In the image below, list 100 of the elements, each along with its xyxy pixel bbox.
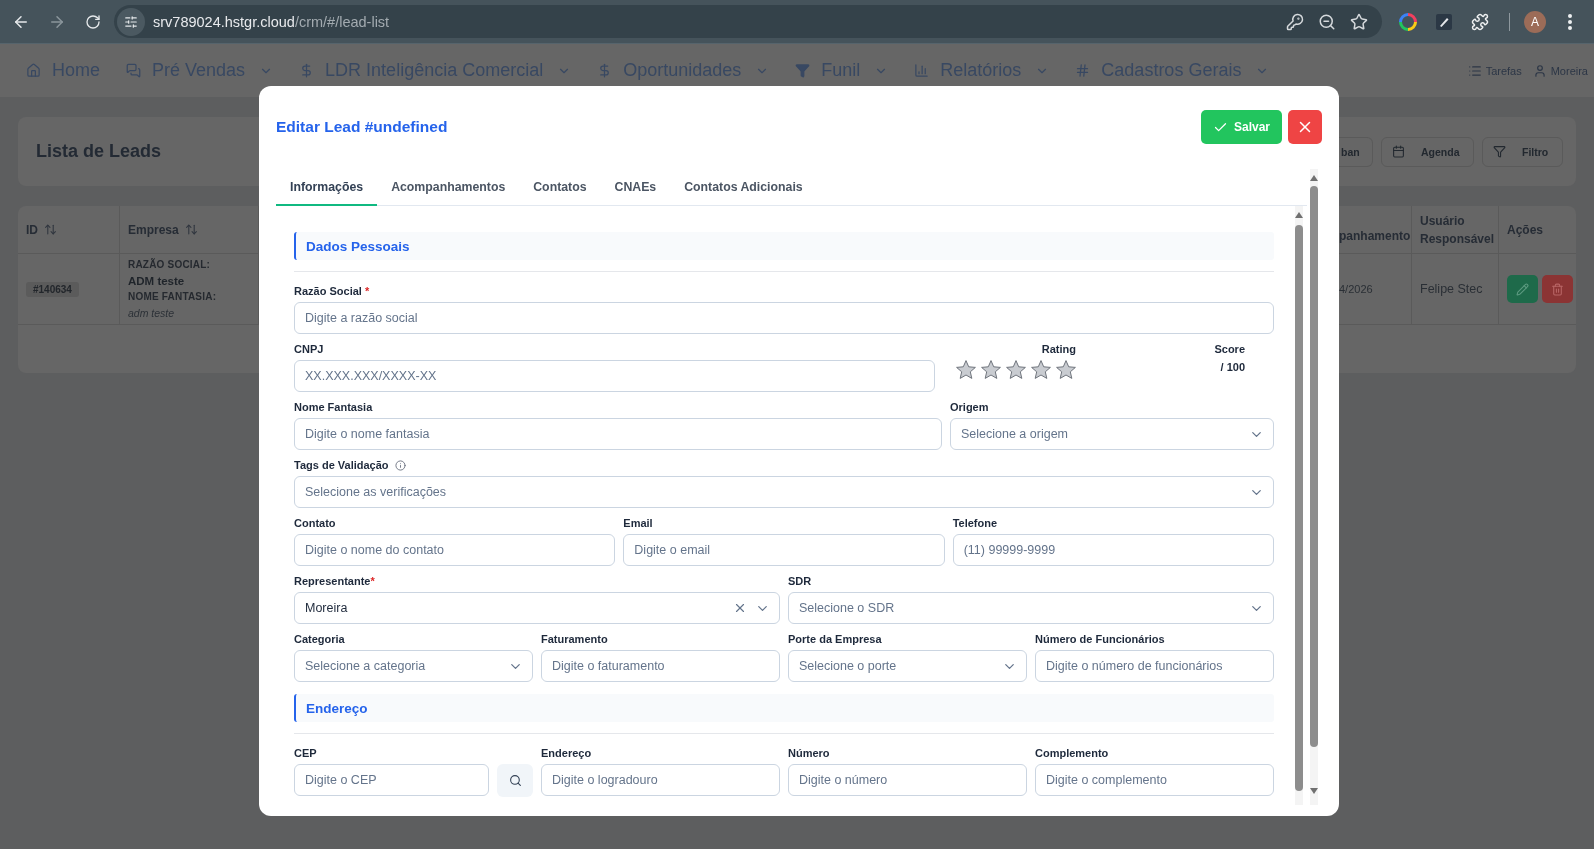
trash-icon: [1551, 282, 1564, 296]
field-label: Score: [1214, 343, 1245, 355]
scroll-up-icon[interactable]: [1295, 212, 1303, 218]
field-label: CEP: [294, 747, 317, 759]
nav-link[interactable]: Moreira: [1532, 63, 1588, 78]
star-icon[interactable]: [1006, 360, 1026, 380]
field-label: Origem: [950, 401, 989, 413]
scroll-up-icon[interactable]: [1310, 175, 1318, 181]
star-icon[interactable]: [981, 360, 1001, 380]
column-header: panhamento: [1339, 228, 1411, 245]
dropdown-field[interactable]: Selecione a origem: [950, 418, 1274, 450]
chart-icon: [914, 63, 930, 78]
search-icon: [508, 774, 522, 787]
column-header: Usuário Responsável: [1420, 212, 1495, 248]
input-field[interactable]: Digite o logradouro: [541, 764, 780, 796]
field-label: Tags de Validação: [294, 459, 389, 471]
user-icon: [1532, 63, 1547, 78]
sort-icon[interactable]: [184, 223, 198, 236]
nav-link[interactable]: Tarefas: [1467, 63, 1522, 78]
search-button[interactable]: [497, 764, 533, 797]
sort-icon[interactable]: [44, 223, 57, 236]
profile-avatar[interactable]: A: [1524, 10, 1546, 33]
company-name: ADM teste: [128, 274, 185, 289]
key-icon[interactable]: [1286, 12, 1304, 31]
page-title: Lista de Leads: [36, 141, 162, 162]
field-label: Porte da Empresa: [788, 633, 882, 645]
column-header[interactable]: Empresa: [128, 220, 179, 239]
clear-icon[interactable]: [733, 601, 747, 615]
modal-title: Editar Lead #undefined: [276, 118, 448, 136]
input-field[interactable]: Digite o número de funcionários: [1035, 650, 1274, 682]
star-icon[interactable]: [956, 360, 976, 380]
input-field[interactable]: Digite o nome do contato: [294, 534, 616, 566]
scroll-down-icon[interactable]: [1310, 788, 1318, 794]
dropdown-field[interactable]: Selecione a categoria: [294, 650, 533, 682]
header-button[interactable]: ban: [1339, 136, 1373, 167]
field-label: Representante*: [294, 575, 375, 587]
close-button[interactable]: [1288, 110, 1322, 144]
score-value: / 100: [1220, 360, 1245, 374]
input-field[interactable]: Digite o nome fantasia: [294, 418, 942, 450]
bookmark-star-icon[interactable]: [1350, 12, 1368, 31]
field-label: Razão Social *: [294, 285, 370, 297]
field-label: Contato: [294, 517, 336, 529]
pencil-icon: [1516, 282, 1529, 296]
input-field[interactable]: Digite o número: [788, 764, 1027, 796]
input-field[interactable]: Digite o CEP: [294, 764, 489, 796]
tab[interactable]: CNAEs: [600, 169, 671, 206]
dropdown-field[interactable]: Moreira: [294, 592, 780, 624]
reload-icon: [85, 13, 101, 30]
field-label: Endereço: [541, 747, 592, 759]
home-icon: [26, 63, 41, 78]
more-icon: [1568, 13, 1572, 30]
star-icon[interactable]: [1031, 360, 1051, 380]
field-label: Email: [623, 517, 653, 529]
field-label: SDR: [788, 575, 812, 587]
date-text: 4/2026: [1339, 283, 1373, 295]
field-label: Nome Fantasia: [294, 401, 373, 413]
input-field[interactable]: (11) 99999-9999: [952, 534, 1274, 566]
filter-icon: [1493, 145, 1506, 158]
dropdown-field[interactable]: Selecione o SDR: [788, 592, 1274, 624]
field-label: Número de Funcionários: [1035, 633, 1165, 645]
info-icon[interactable]: [394, 459, 406, 471]
field-label: Rating: [1041, 343, 1076, 355]
input-field[interactable]: Digite o faturamento: [541, 650, 780, 682]
dropdown-field[interactable]: Selecione as verificações: [294, 476, 1274, 508]
chat-icon: [126, 63, 141, 78]
input-field[interactable]: XX.XXX.XXX/XXXX-XX: [294, 360, 935, 392]
star-rating[interactable]: [956, 360, 1076, 380]
user-name: Felipe Stec: [1420, 282, 1483, 296]
tab[interactable]: Informações: [276, 169, 378, 206]
field-label: Telefone: [952, 517, 998, 529]
puzzle-icon: [1471, 12, 1489, 31]
column-header: Ações: [1507, 221, 1544, 239]
star-icon[interactable]: [1056, 360, 1076, 380]
id-badge: #140634: [26, 281, 79, 297]
input-field[interactable]: Digite a razão social: [294, 302, 1274, 334]
field-label: CNPJ: [294, 343, 324, 355]
tab[interactable]: Acompanhamentos: [377, 169, 520, 206]
pen-icon: [1436, 13, 1452, 30]
input-field[interactable]: Digite o complemento: [1035, 764, 1274, 796]
list-icon: [1467, 63, 1482, 78]
section-title: Endereço: [294, 694, 1274, 722]
calendar-icon: [1392, 145, 1405, 158]
header-button[interactable]: Agenda: [1381, 136, 1474, 167]
tab[interactable]: Contatos Adicionais: [670, 169, 817, 206]
funnel-icon: [795, 63, 811, 78]
zoom-out-icon[interactable]: [1318, 12, 1336, 31]
field-label: Faturamento: [541, 633, 608, 645]
save-button[interactable]: Salvar: [1201, 110, 1282, 144]
tab[interactable]: Contatos: [519, 169, 601, 206]
dropdown-field[interactable]: Selecione o porte: [788, 650, 1027, 682]
url-text: srv789024.hstgr.cloud/crm/#/lead-list: [153, 13, 390, 30]
header-button[interactable]: Filtro: [1482, 136, 1563, 167]
ring-icon: [1399, 12, 1417, 31]
site-info-button[interactable]: [117, 7, 145, 36]
column-header[interactable]: ID: [26, 220, 38, 239]
input-field[interactable]: Digite o email: [623, 534, 945, 566]
field-caption: NOME FANTASIA:: [128, 290, 217, 304]
address-bar[interactable]: srv789024.hstgr.cloud/crm/#/lead-list: [114, 5, 1382, 38]
trade-name: adm teste: [128, 306, 175, 321]
field-label: Número: [788, 747, 830, 759]
